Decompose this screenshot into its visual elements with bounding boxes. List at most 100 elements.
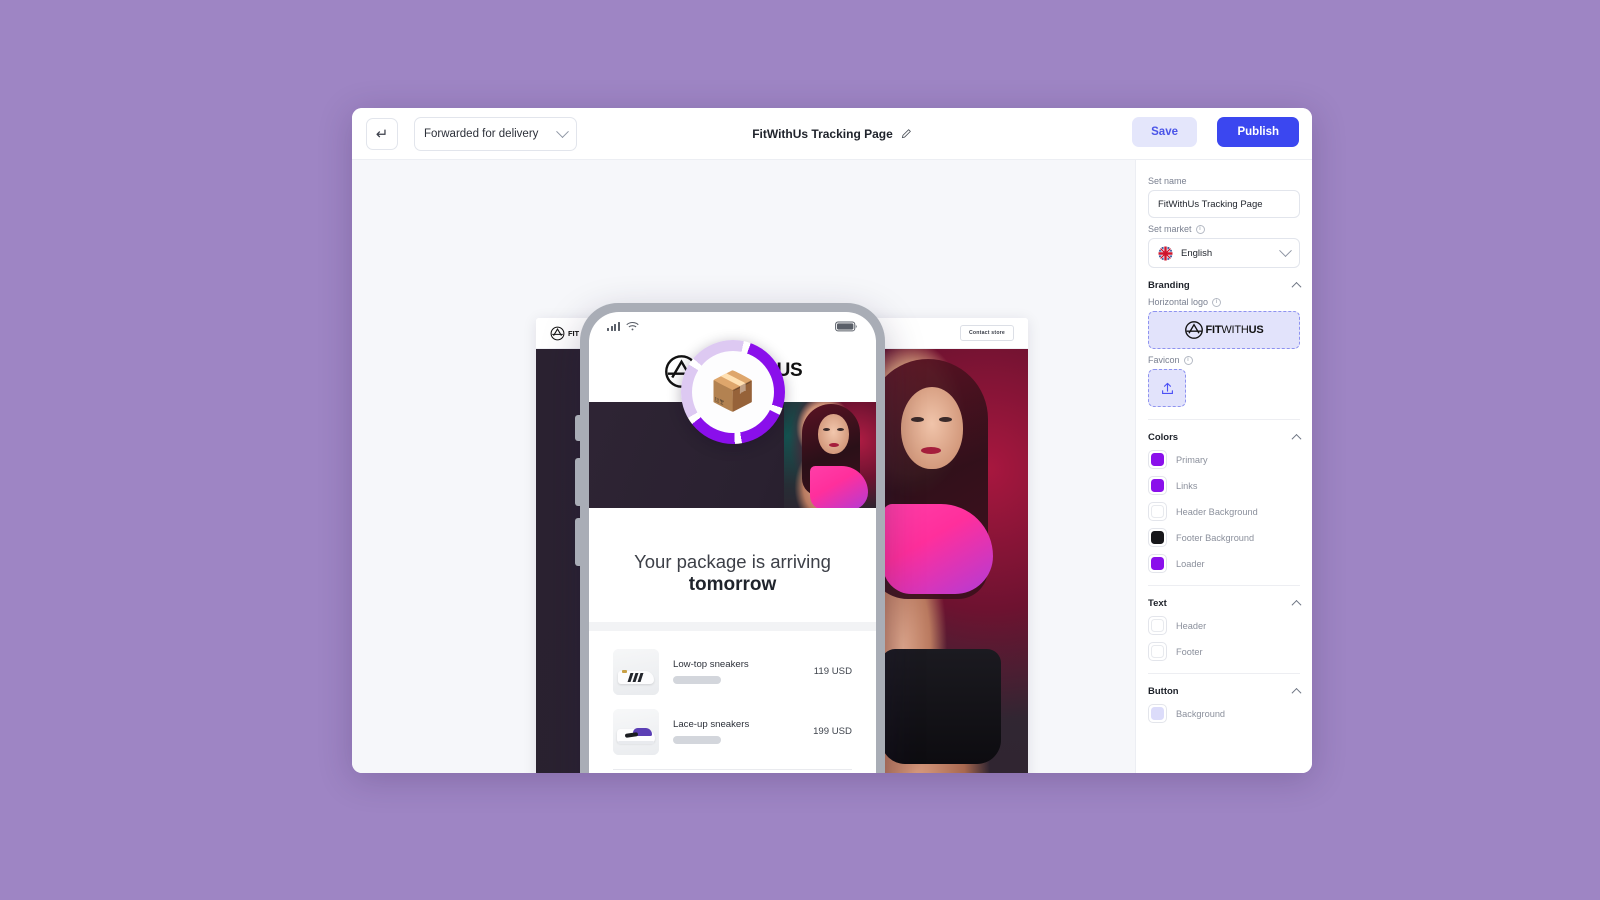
phone-mockup: FITWITHUS 📦 Your package is arriving tom… [575,303,885,773]
favicon-dropzone[interactable] [1148,369,1186,407]
publish-button[interactable]: Publish [1217,117,1299,147]
battery-icon [835,321,857,331]
section-divider [1148,673,1300,674]
button-section-header[interactable]: Button [1148,686,1302,698]
chevron-up-icon [1291,433,1302,444]
text-section-header[interactable]: Text [1148,598,1302,610]
phone-volume-down-button[interactable] [575,518,580,566]
favicon-label: Favicon i [1148,355,1300,365]
chevron-down-icon [556,124,569,138]
panel-logo-text-with: WITH [1221,324,1249,336]
phone-screen: FITWITHUS 📦 Your package is arriving tom… [589,312,876,773]
color-chip [1151,479,1164,492]
text-section-title: Text [1148,598,1167,609]
phone-progress-ring: 📦 [681,340,785,444]
chevron-up-icon [1291,687,1302,698]
set-market-value: English [1181,247,1213,259]
horizontal-logo-dropzone[interactable]: FIT WITH US [1148,311,1300,349]
color-chip [1151,531,1164,544]
phone-order-items: Low-top sneakers 119 USD Lace-up sneaker… [589,631,876,755]
return-arrow-icon: ↵ [375,126,389,143]
favicon-label-text: Favicon [1148,355,1180,365]
color-row-footer-background[interactable]: Footer Background [1148,528,1300,547]
set-name-input[interactable] [1148,190,1300,218]
button-color-row-background[interactable]: Background [1148,704,1300,723]
low-top-sneaker-image [613,648,659,695]
color-label: Loader [1176,558,1205,569]
text-color-row-footer[interactable]: Footer [1148,642,1300,661]
colors-section-header[interactable]: Colors [1148,432,1302,444]
phone-silent-switch[interactable] [575,415,580,441]
fitwithus-mark-icon [1185,321,1204,339]
text-color-label: Header [1176,620,1207,631]
phone-order-row: Low-top sneakers 119 USD [613,648,852,695]
color-row-links[interactable]: Links [1148,476,1300,495]
settings-panel: Set name Set market i English Branding H… [1135,160,1312,773]
phone-order-skeleton [673,736,721,745]
color-swatch[interactable] [1148,642,1167,661]
section-divider [1148,585,1300,586]
phone-status-bar [589,312,876,340]
uk-flag-icon [1158,246,1173,260]
status-dropdown[interactable]: Forwarded for delivery [414,117,577,151]
set-market-dropdown[interactable]: English [1148,238,1300,268]
contact-store-button[interactable]: Contact store [959,325,1014,341]
phone-order-name: Low-top sneakers [673,659,749,671]
phone-volume-up-button[interactable] [575,458,580,506]
button-section-title: Button [1148,686,1179,697]
set-market-label: Set market i [1148,224,1300,234]
chevron-up-icon [1291,281,1302,292]
color-row-primary[interactable]: Primary [1148,450,1300,469]
panel-logo-text-us: US [1248,324,1264,336]
info-icon[interactable]: i [1212,297,1222,307]
phone-order-price: 119 USD [813,666,852,678]
status-dropdown-value: Forwarded for delivery [424,128,539,140]
color-label: Footer Background [1176,532,1255,543]
set-name-label: Set name [1148,176,1187,186]
color-row-loader[interactable]: Loader [1148,554,1300,573]
pencil-icon[interactable] [900,128,912,140]
colors-section-title: Colors [1148,432,1179,443]
upload-icon [1161,382,1173,394]
color-chip [1151,557,1164,570]
color-chip [1151,453,1164,466]
lace-up-sneaker-image [613,708,659,755]
phone-order-price: 199 USD [813,726,852,738]
horizontal-logo-label-text: Horizontal logo [1148,297,1209,307]
phone-order-summary: Total 318 USD [613,768,852,773]
wifi-icon [625,321,639,330]
color-chip [1151,645,1164,658]
color-swatch[interactable] [1148,704,1167,723]
color-row-header-background[interactable]: Header Background [1148,502,1300,521]
fitwithus-mark-icon [550,326,565,340]
color-swatch[interactable] [1148,528,1167,547]
branding-section-header[interactable]: Branding [1148,280,1302,292]
info-icon[interactable]: i [1195,224,1205,234]
info-icon[interactable]: i [1183,355,1193,365]
phone-hero-model-image [784,402,876,508]
phone-order-name: Lace-up sneakers [673,719,750,731]
chevron-down-icon [1279,243,1292,257]
text-color-label: Footer [1176,646,1203,657]
color-swatch[interactable] [1148,616,1167,635]
chevron-up-icon [1291,599,1302,610]
color-label: Header Background [1176,506,1258,517]
save-button[interactable]: Save [1132,117,1197,147]
phone-order-row: Lace-up sneakers 199 USD [613,708,852,755]
color-swatch[interactable] [1148,450,1167,469]
phone-status-line1: Your package is arriving [634,551,831,572]
button-color-label: Background [1176,708,1226,719]
color-swatch[interactable] [1148,554,1167,573]
text-color-row-header[interactable]: Header [1148,616,1300,635]
phone-status-line2: tomorrow [688,573,777,595]
color-swatch[interactable] [1148,476,1167,495]
desktop-logo-text-fit: FIT [568,328,580,338]
panel-logo-text-fit: FIT [1205,324,1222,336]
color-chip [1151,505,1164,518]
color-label: Links [1176,480,1198,491]
section-divider [1148,419,1300,420]
color-swatch[interactable] [1148,502,1167,521]
package-box-icon: 📦 [709,371,757,413]
app-window: ↵ Forwarded for delivery FitWithUs Track… [352,108,1312,773]
back-button[interactable]: ↵ [366,118,398,150]
